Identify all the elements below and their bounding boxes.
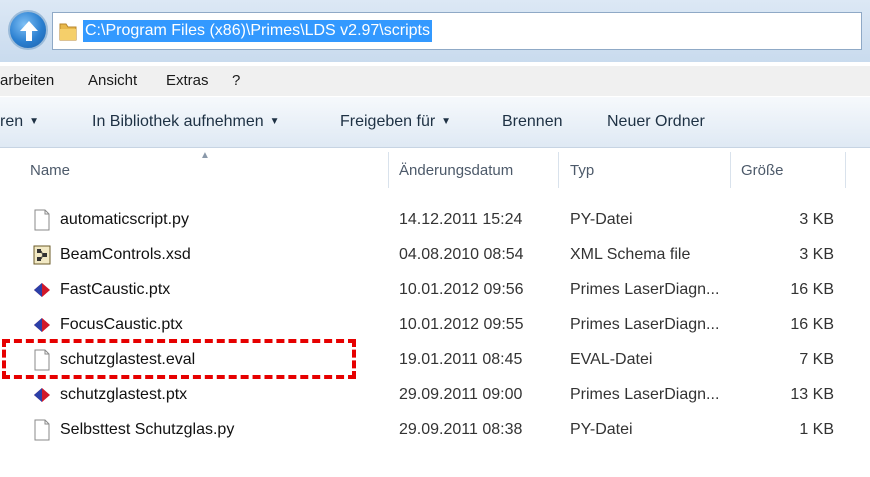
- file-size: 1 KB: [799, 421, 834, 438]
- share-with-label: Freigeben für: [340, 113, 436, 130]
- organize-button[interactable]: ren ▼: [0, 113, 39, 131]
- folder-icon: [59, 23, 77, 41]
- primes-diamond-icon: [34, 283, 50, 297]
- file-name: FocusCaustic.ptx: [60, 316, 183, 333]
- share-with-button[interactable]: Freigeben für ▼: [340, 113, 451, 131]
- column-divider[interactable]: [558, 152, 559, 188]
- file-type: XML Schema file: [570, 246, 691, 263]
- file-type: PY-Datei: [570, 211, 633, 228]
- file-name: FastCaustic.ptx: [60, 281, 171, 298]
- menu-item-bearbeiten[interactable]: arbeiten: [0, 72, 54, 89]
- add-to-library-label: In Bibliothek aufnehmen: [92, 113, 264, 130]
- burn-button[interactable]: Brennen: [502, 113, 563, 131]
- file-date: 19.01.2011 08:45: [399, 351, 523, 368]
- chevron-down-icon: ▼: [29, 116, 40, 127]
- file-date: 29.09.2011 09:00: [399, 386, 523, 403]
- new-folder-button[interactable]: Neuer Ordner: [607, 113, 705, 131]
- file-name: BeamControls.xsd: [60, 246, 191, 263]
- file-name: schutzglastest.ptx: [60, 386, 188, 403]
- xml-schema-icon: [33, 245, 51, 265]
- sort-ascending-icon: ▲: [200, 150, 210, 161]
- column-header-name[interactable]: Name: [30, 162, 70, 179]
- file-date: 14.12.2011 15:24: [399, 211, 523, 228]
- file-size: 13 KB: [790, 386, 834, 403]
- address-path[interactable]: C:\Program Files (x86)\Primes\LDS v2.97\…: [83, 20, 432, 42]
- file-date: 04.08.2010 08:54: [399, 246, 524, 263]
- menu-item-ansicht[interactable]: Ansicht: [88, 72, 137, 89]
- file-row[interactable]: schutzglastest.ptx 29.09.2011 09:00 Prim…: [0, 378, 870, 413]
- file-date: 10.01.2012 09:55: [399, 316, 524, 333]
- column-divider[interactable]: [388, 152, 389, 188]
- back-button[interactable]: [8, 10, 48, 50]
- column-header-size[interactable]: Größe: [741, 162, 784, 179]
- file-type: PY-Datei: [570, 421, 633, 438]
- address-bar-area: C:\Program Files (x86)\Primes\LDS v2.97\…: [0, 0, 870, 62]
- menu-item-help[interactable]: ?: [232, 72, 240, 89]
- file-row[interactable]: FastCaustic.ptx 10.01.2012 09:56 Primes …: [0, 273, 870, 308]
- file-name: automaticscript.py: [60, 211, 189, 228]
- add-to-library-button[interactable]: In Bibliothek aufnehmen ▼: [92, 113, 280, 131]
- file-name: Selbsttest Schutzglas.py: [60, 421, 235, 438]
- file-date: 10.01.2012 09:56: [399, 281, 524, 298]
- highlight-annotation-box: [2, 339, 356, 379]
- file-size: 3 KB: [799, 246, 834, 263]
- file-type: Primes LaserDiagn...: [570, 386, 720, 403]
- file-row[interactable]: Selbsttest Schutzglas.py 29.09.2011 08:3…: [0, 413, 870, 448]
- command-bar: ren ▼ In Bibliothek aufnehmen ▼ Freigeben …: [0, 97, 870, 148]
- menu-bar: arbeiten Ansicht Extras ?: [0, 66, 870, 96]
- chevron-down-icon: ▼: [441, 116, 452, 127]
- primes-diamond-icon: [34, 318, 50, 332]
- address-field[interactable]: C:\Program Files (x86)\Primes\LDS v2.97\…: [52, 12, 862, 50]
- organize-label: ren: [0, 113, 24, 130]
- file-row[interactable]: automaticscript.py 14.12.2011 15:24 PY-D…: [0, 203, 870, 238]
- file-type: Primes LaserDiagn...: [570, 316, 720, 333]
- menu-item-extras[interactable]: Extras: [166, 72, 209, 89]
- chevron-down-icon: ▼: [269, 116, 280, 127]
- file-size: 7 KB: [799, 351, 834, 368]
- column-header-date[interactable]: Änderungsdatum: [399, 162, 513, 179]
- file-date: 29.09.2011 08:38: [399, 421, 523, 438]
- primes-diamond-icon: [34, 388, 50, 402]
- file-type: EVAL-Datei: [570, 351, 653, 368]
- file-size: 16 KB: [790, 281, 834, 298]
- file-size: 16 KB: [790, 316, 834, 333]
- file-type: Primes LaserDiagn...: [570, 281, 720, 298]
- file-row[interactable]: FocusCaustic.ptx 10.01.2012 09:55 Primes…: [0, 308, 870, 343]
- file-size: 3 KB: [799, 211, 834, 228]
- text-file-icon: [34, 419, 50, 441]
- back-arrow-icon: [20, 21, 38, 41]
- column-divider[interactable]: [845, 152, 846, 188]
- text-file-icon: [34, 209, 50, 231]
- file-row[interactable]: BeamControls.xsd 04.08.2010 08:54 XML Sc…: [0, 238, 870, 273]
- column-header-type[interactable]: Typ: [570, 162, 594, 179]
- column-header-row: ▲ Name Änderungsdatum Typ Größe: [0, 150, 870, 190]
- column-divider[interactable]: [730, 152, 731, 188]
